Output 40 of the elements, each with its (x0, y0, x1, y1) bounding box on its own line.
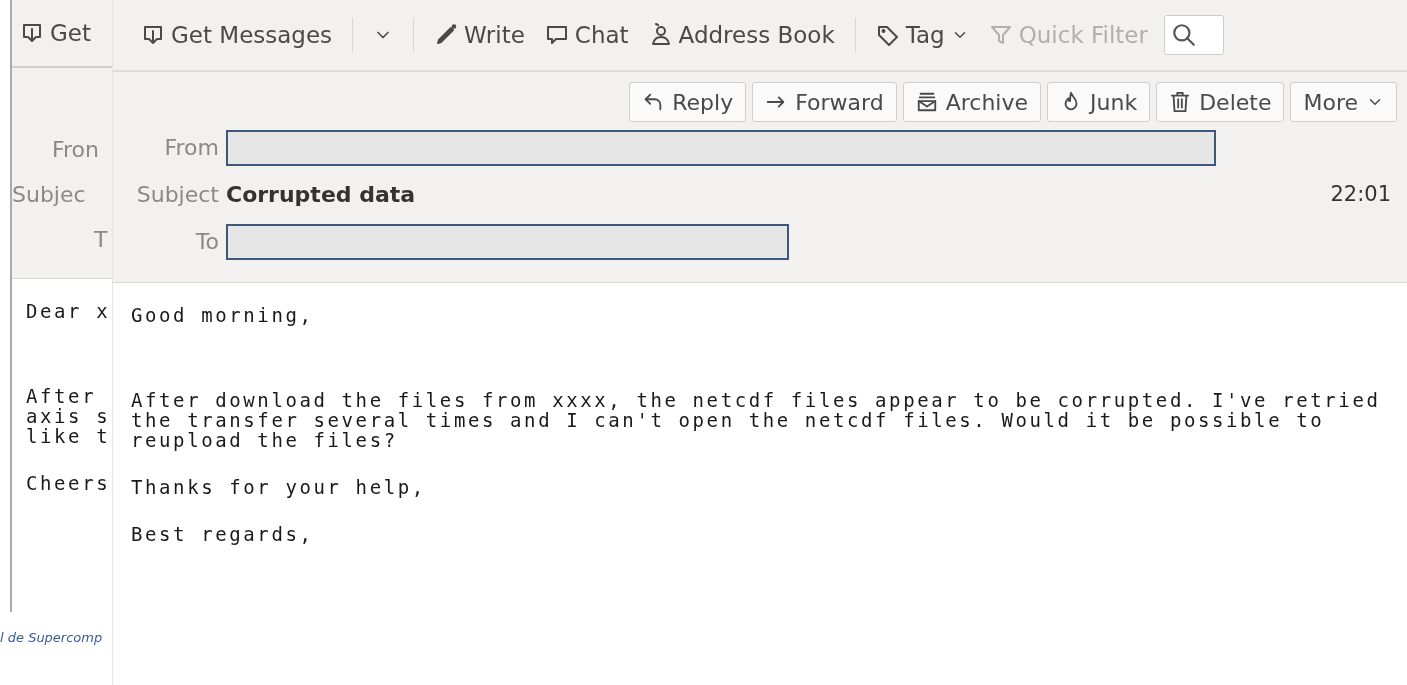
body-text-line: axis s (26, 406, 111, 426)
header-label: T (93, 226, 109, 254)
body-text-line: Dear x (26, 301, 111, 321)
action-button[interactable]: Delete (1156, 82, 1285, 122)
header-label: Subjec (12, 181, 87, 209)
download-icon (20, 21, 44, 45)
body-text-line: reupload the files? (131, 430, 398, 450)
action-button[interactable]: Archive (902, 82, 1042, 122)
header-label: Subject (135, 181, 220, 209)
time-text: 22:01 (1330, 180, 1391, 208)
body-text-line: Good morning, (131, 305, 314, 325)
tag-icon (875, 23, 900, 47)
body-text-line: After (26, 386, 97, 406)
header-label: Fron (51, 136, 101, 164)
header-label: To (194, 228, 220, 256)
archive-icon (915, 91, 938, 113)
body-text-line: Thanks for your help, (131, 477, 426, 497)
trash-icon (1169, 91, 1192, 113)
body-text-line: Best regards, (131, 524, 314, 544)
search-field[interactable] (1164, 15, 1224, 55)
menu-button[interactable]: More (1290, 82, 1397, 122)
footer-text: l de Supercomp (0, 629, 104, 647)
action-button[interactable]: Forward (752, 82, 897, 122)
body-text-line: Cheers (26, 473, 111, 493)
toolbar-button[interactable]: Get Messages (133, 17, 341, 53)
download-icon (141, 23, 165, 47)
chat-icon (544, 23, 569, 47)
pencil-icon (434, 23, 459, 47)
action-button[interactable]: Junk (1047, 82, 1151, 122)
body-text-line: like t (26, 426, 111, 446)
body-text-line: the transfer several times and I can't open the netcdf files. Would it be possible to (131, 410, 1325, 430)
filter-icon (988, 23, 1013, 47)
header-label: From (163, 134, 220, 162)
subject-text: Corrupted data (226, 181, 416, 209)
toolbar-button[interactable]: Tag (867, 17, 977, 53)
action-button[interactable]: Reply (629, 82, 747, 122)
toolbar-button[interactable]: Write (426, 17, 533, 53)
toolbar-button[interactable]: Address Book (640, 17, 843, 53)
search-icon (1171, 22, 1197, 48)
toolbar-button[interactable]: Chat (536, 17, 637, 53)
